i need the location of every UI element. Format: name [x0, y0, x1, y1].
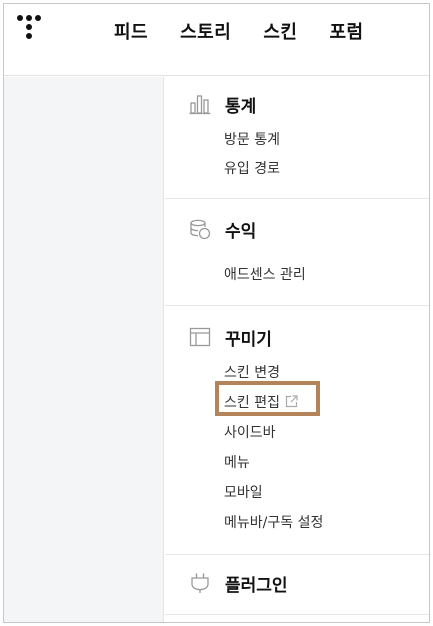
menu-item-menu[interactable]: 메뉴	[224, 452, 250, 472]
menu-item-skin-edit-label: 스킨 편집	[224, 395, 280, 411]
menu-item-menubar-subscribe[interactable]: 메뉴바/구독 설정	[224, 512, 323, 532]
section-customize: 꾸미기 스킨 변경 스킨 편집 사이드바 메뉴 모바일 메뉴바/구독 설정	[165, 306, 429, 555]
section-customize-header[interactable]: 꾸미기	[189, 324, 272, 350]
section-plugin-header[interactable]: 플러그인	[189, 570, 288, 596]
section-title: 수익	[225, 221, 257, 242]
plug-icon	[191, 573, 209, 593]
nav-forum[interactable]: 포럼	[329, 18, 363, 44]
menu-item-visit-stats[interactable]: 방문 통계	[224, 129, 280, 149]
tistory-logo-icon[interactable]	[17, 15, 43, 49]
section-stats: 통계 방문 통계 유입 경로	[165, 77, 429, 199]
section-title: 통계	[225, 96, 257, 117]
admin-menu: 통계 방문 통계 유입 경로 수익 애드센스 관리 꾸미기 스킨 변경 스킨 편…	[165, 77, 429, 622]
left-pane	[4, 77, 164, 622]
section-title: 꾸미기	[225, 329, 272, 350]
section-title: 플러그인	[225, 575, 288, 596]
app-window: 피드 스토리 스킨 포럼 통계 방문 통계 유입 경로 수익 애드센스 관리 꾸…	[3, 3, 430, 623]
menu-item-skin-change[interactable]: 스킨 변경	[224, 362, 280, 382]
section-revenue: 수익 애드센스 관리	[165, 199, 429, 306]
nav-feed[interactable]: 피드	[114, 18, 148, 44]
external-link-icon	[285, 395, 298, 408]
section-stats-header[interactable]: 통계	[189, 91, 256, 117]
menu-item-referrer[interactable]: 유입 경로	[224, 158, 280, 178]
coins-icon	[190, 219, 211, 240]
menu-item-skin-edit[interactable]: 스킨 편집	[224, 392, 298, 412]
main-nav: 피드 스토리 스킨 포럼	[114, 18, 396, 44]
menu-item-mobile[interactable]: 모바일	[224, 482, 263, 502]
menu-item-sidebar[interactable]: 사이드바	[224, 422, 276, 442]
top-navigation-bar: 피드 스토리 스킨 포럼	[4, 4, 429, 76]
nav-story[interactable]: 스토리	[180, 18, 231, 44]
section-revenue-header[interactable]: 수익	[189, 216, 256, 242]
section-plugin: 플러그인	[165, 555, 429, 615]
bar-chart-icon	[189, 95, 211, 115]
layout-icon	[189, 327, 211, 347]
nav-skin[interactable]: 스킨	[263, 18, 297, 44]
menu-item-adsense[interactable]: 애드센스 관리	[224, 264, 306, 284]
